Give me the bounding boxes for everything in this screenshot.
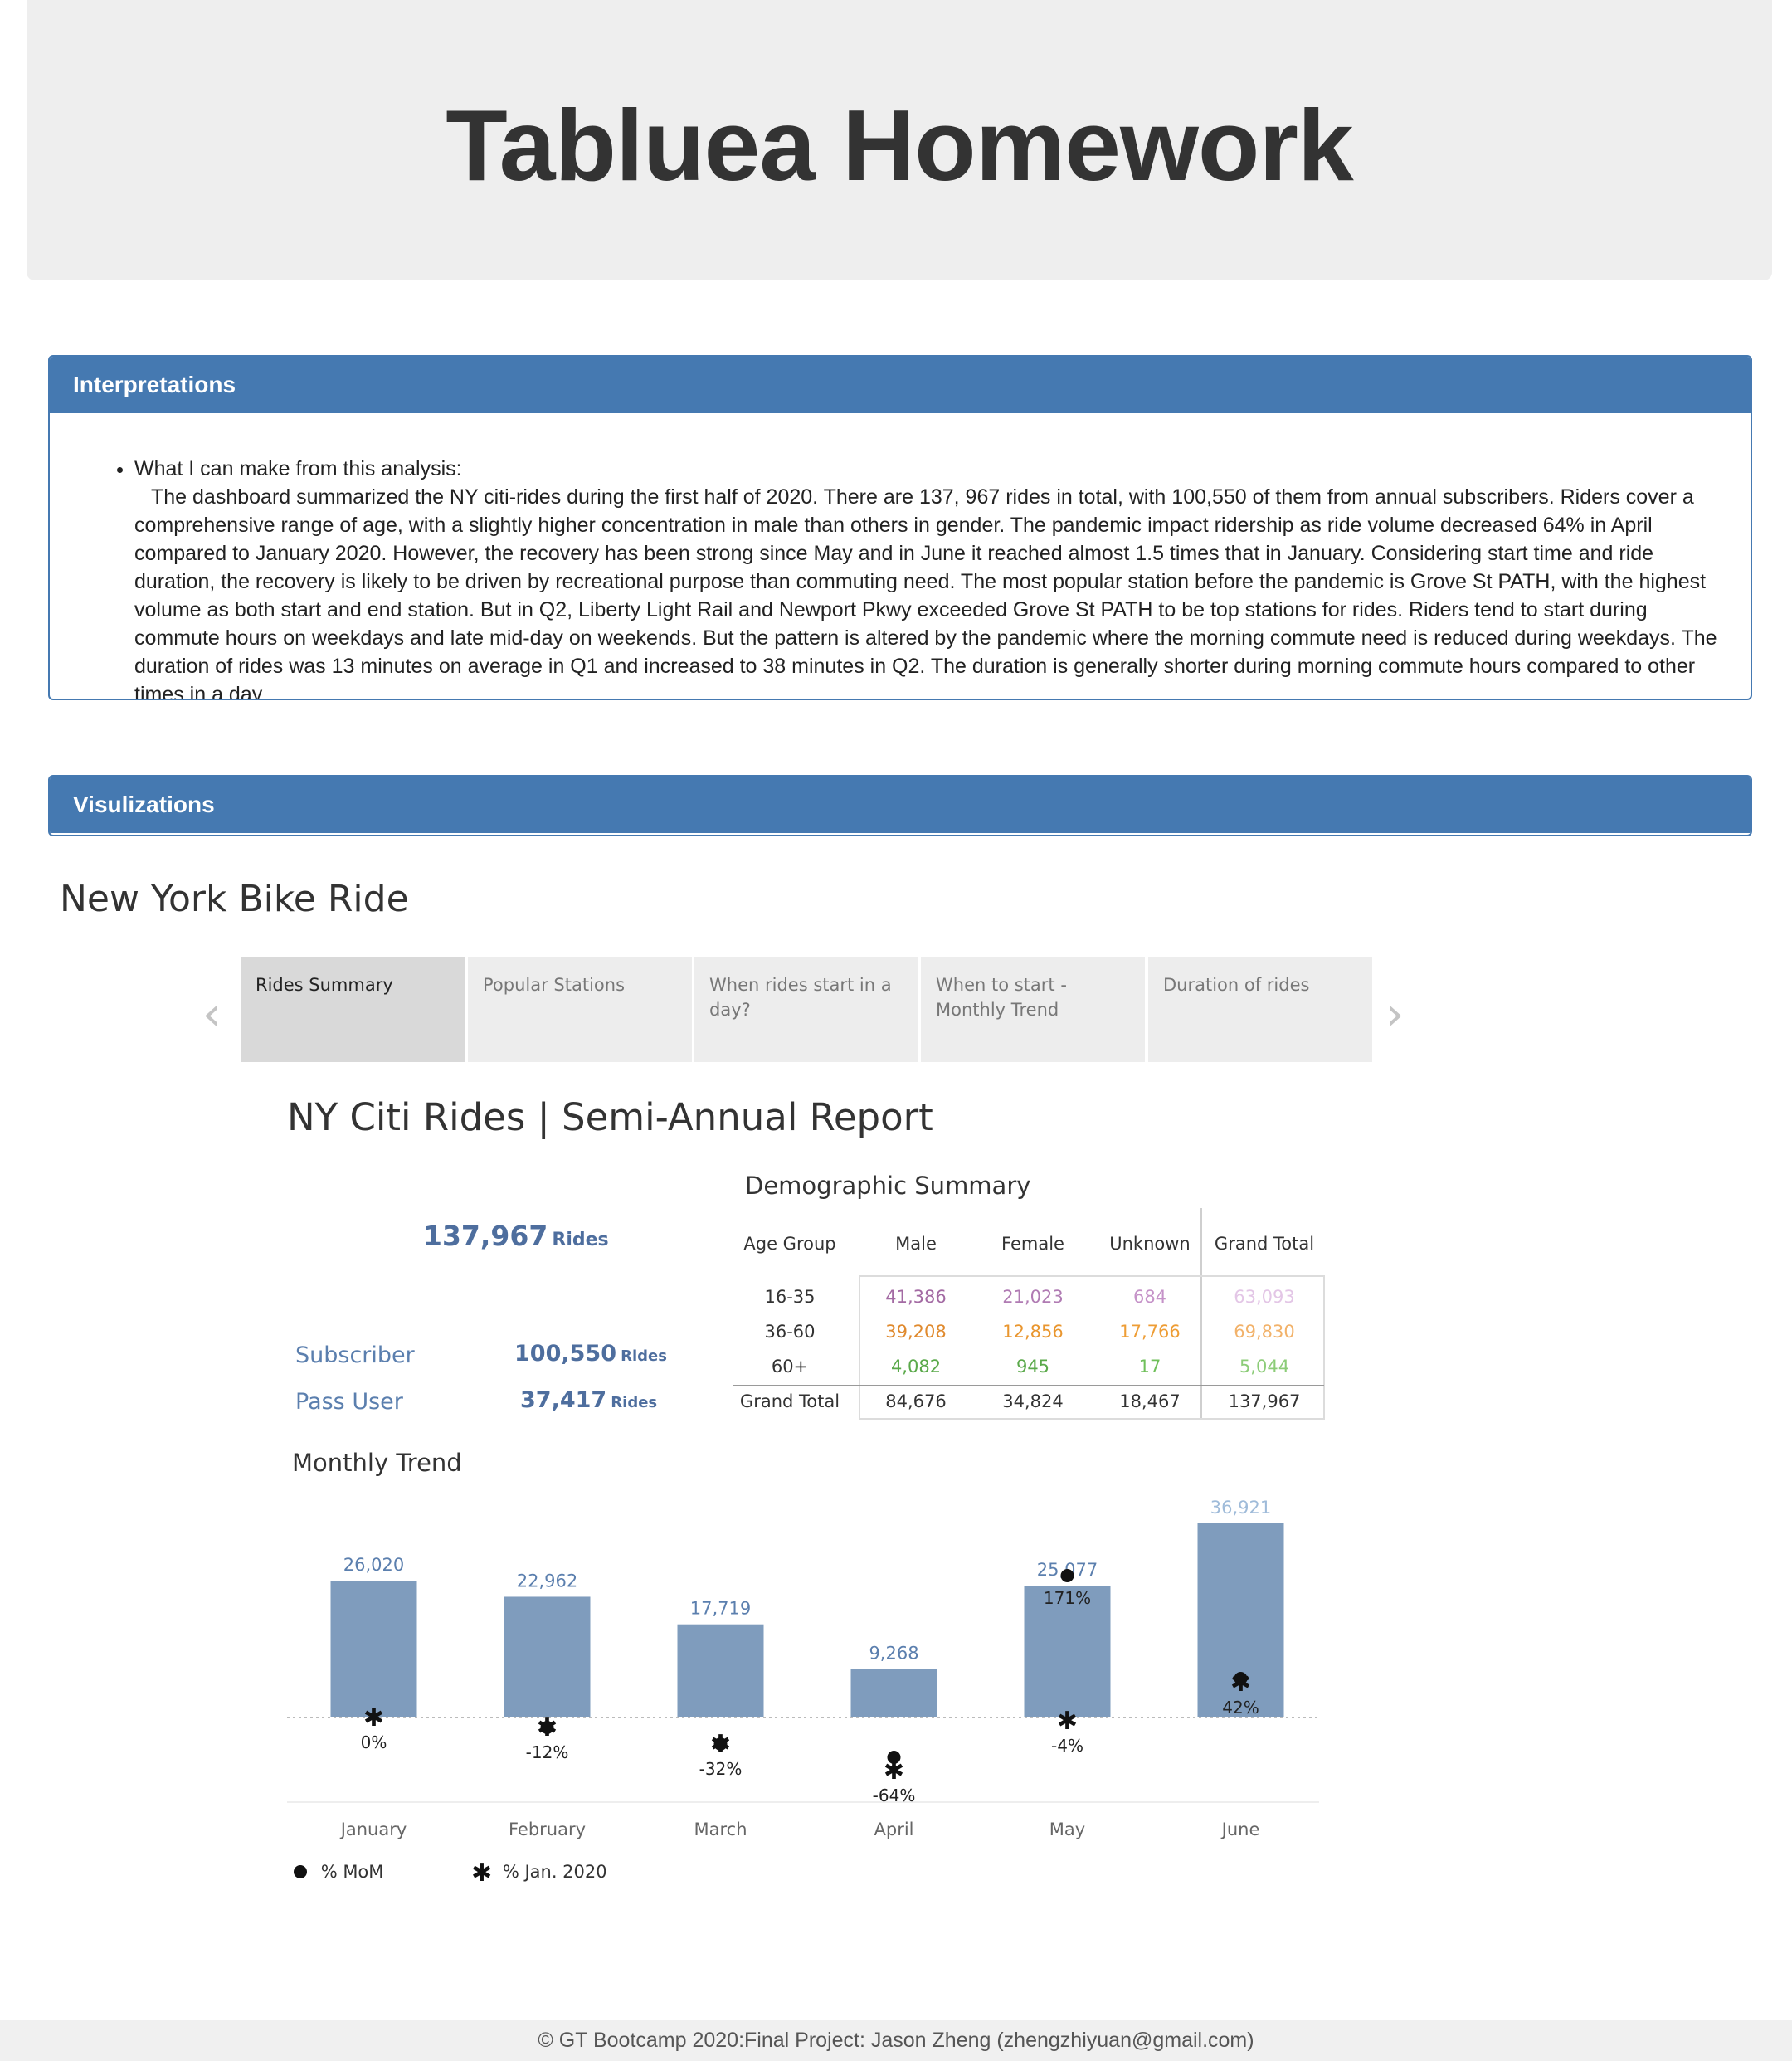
demo-cell: 17,766 <box>1119 1322 1180 1342</box>
tab-popular-stations[interactable]: Popular Stations <box>468 957 692 1062</box>
demo-cell: 4,082 <box>891 1357 941 1376</box>
demo-cell: 69,830 <box>1234 1322 1294 1342</box>
demo-cell: 41,386 <box>885 1287 946 1307</box>
demo-header-unknown: Unknown <box>1109 1234 1190 1254</box>
demo-header-female: Female <box>1001 1234 1064 1254</box>
mom-pct-marker <box>713 1737 728 1751</box>
interpretation-text: The dashboard summarized the NY citi-rid… <box>134 485 1717 700</box>
header-jumbotron: Tabluea Homework <box>27 0 1772 280</box>
monthly-trend-chart: 26,020January✱0%22,962February✱-12%17,71… <box>287 1498 1319 1839</box>
mom-pct-marker <box>1060 1569 1074 1582</box>
demo-cell: 12,856 <box>1002 1322 1063 1342</box>
footer-text: © GT Bootcamp 2020:Final Project: Jason … <box>538 2029 1254 2052</box>
total-rides-kpi: 137,967 Rides <box>423 1220 609 1252</box>
legend-mom: % MoM <box>294 1862 383 1882</box>
legend-jan: ✱ % Jan. 2020 <box>471 1859 607 1888</box>
subscriber-label: Subscriber <box>295 1342 415 1368</box>
interpretation-bullet-title: What I can make from this analysis: <box>134 457 462 480</box>
bar-value-label: 22,962 <box>517 1571 577 1591</box>
filled-circle-icon <box>294 1865 307 1878</box>
total-rides-unit: Rides <box>552 1230 609 1250</box>
tab-monthly-trend[interactable]: When to start - Monthly Trend <box>921 957 1145 1062</box>
bar-value-label: 36,921 <box>1210 1498 1271 1518</box>
demo-cell: 17 <box>1139 1357 1161 1376</box>
demographic-title: Demographic Summary <box>745 1172 1031 1200</box>
demo-cell: 21,023 <box>1002 1287 1063 1307</box>
demo-header-total: Grand Total <box>1215 1234 1314 1254</box>
bar-value-label: 9,268 <box>869 1643 918 1663</box>
demo-total-cell: 18,467 <box>1119 1391 1180 1411</box>
bar <box>677 1624 764 1718</box>
subscriber-unit: Rides <box>621 1347 667 1365</box>
demo-cell: 39,208 <box>885 1322 946 1342</box>
jan-pct-label: 42% <box>1222 1698 1259 1718</box>
demo-header-age: Age Group <box>743 1234 835 1254</box>
jan-pct-label: -32% <box>699 1759 743 1779</box>
jan-pct-marker: ✱ <box>1057 1707 1078 1736</box>
next-arrow-icon[interactable]: › <box>1385 987 1404 1041</box>
interpretations-heading: Interpretations <box>50 357 1751 413</box>
page-title: Tabluea Homework <box>446 89 1354 202</box>
jan-pct-marker: ✱ <box>363 1703 384 1732</box>
footer: © GT Bootcamp 2020:Final Project: Jason … <box>0 2020 1792 2061</box>
visualizations-heading: Visulizations <box>50 777 1751 833</box>
subscriber-value: 100,550 <box>514 1341 616 1367</box>
prev-arrow-icon[interactable]: ‹ <box>202 987 221 1041</box>
tab-rides-summary[interactable]: Rides Summary <box>241 957 465 1062</box>
demo-cell: 684 <box>1133 1287 1166 1307</box>
category-label: May <box>1049 1820 1085 1839</box>
demo-header-male: Male <box>895 1234 937 1254</box>
trend-title: Monthly Trend <box>292 1449 462 1477</box>
pass-user-unit: Rides <box>611 1394 658 1411</box>
bar <box>330 1581 417 1718</box>
interpretation-item: What I can make from this analysis: The … <box>134 455 1717 700</box>
demo-row-label: 60+ <box>772 1357 808 1376</box>
bar-value-label: 17,719 <box>690 1599 751 1619</box>
category-label: April <box>874 1820 914 1839</box>
demo-header-row: Age Group Male Female Unknown Grand Tota… <box>743 1234 1314 1254</box>
pass-user-label: Pass User <box>295 1389 403 1415</box>
jan-pct-label: -64% <box>873 1786 916 1805</box>
asterisk-icon: ✱ <box>471 1859 493 1888</box>
category-label: June <box>1220 1820 1260 1839</box>
demo-total-label: Grand Total <box>740 1391 840 1411</box>
bar <box>850 1669 937 1718</box>
jan-pct-label: 0% <box>361 1732 387 1752</box>
legend-jan-label: % Jan. 2020 <box>502 1862 607 1882</box>
category-label: January <box>339 1820 407 1839</box>
mom-pct-marker <box>887 1751 901 1764</box>
category-label: February <box>509 1820 586 1839</box>
jan-pct-label: -4% <box>1051 1736 1083 1756</box>
demo-cell: 945 <box>1016 1357 1049 1376</box>
demo-row-label: 16-35 <box>764 1287 815 1307</box>
interpretations-panel: Interpretations What I can make from thi… <box>48 355 1752 700</box>
category-label: March <box>694 1820 747 1839</box>
interpretations-body: What I can make from this analysis: The … <box>50 413 1751 700</box>
tab-when-rides-start[interactable]: When rides start in a day? <box>694 957 918 1062</box>
bar <box>504 1596 591 1718</box>
demo-total-cell: 34,824 <box>1002 1391 1063 1411</box>
demo-cell: 5,044 <box>1239 1357 1289 1376</box>
dashboard: NY Citi Rides | Semi-Annual Report 137,9… <box>241 1070 1372 1888</box>
mom-pct-marker <box>1234 1672 1248 1685</box>
demo-row-label: 36-60 <box>764 1322 815 1342</box>
dashboard-title: NY Citi Rides | Semi-Annual Report <box>287 1095 933 1139</box>
demo-total-cell: 137,967 <box>1229 1391 1301 1411</box>
mom-highlight-label: 171% <box>1044 1588 1091 1608</box>
jan-pct-label: -12% <box>526 1742 569 1762</box>
demographic-table: Age Group Male Female Unknown Grand Tota… <box>733 1208 1325 1420</box>
visualizations-panel: Visulizations <box>48 775 1752 836</box>
pass-user-kpi: 37,417 Rides <box>520 1387 657 1413</box>
mom-pct-marker <box>540 1721 554 1734</box>
subscriber-kpi: 100,550 Rides <box>514 1341 667 1367</box>
legend-mom-label: % MoM <box>320 1862 384 1882</box>
story-title: New York Bike Ride <box>60 878 409 920</box>
total-rides-value: 137,967 <box>423 1220 548 1252</box>
tab-duration-of-rides[interactable]: Duration of rides <box>1148 957 1372 1062</box>
bar-value-label: 26,020 <box>343 1555 404 1575</box>
pass-user-value: 37,417 <box>520 1387 607 1413</box>
demo-total-cell: 84,676 <box>885 1391 946 1411</box>
demo-cell: 63,093 <box>1234 1287 1294 1307</box>
